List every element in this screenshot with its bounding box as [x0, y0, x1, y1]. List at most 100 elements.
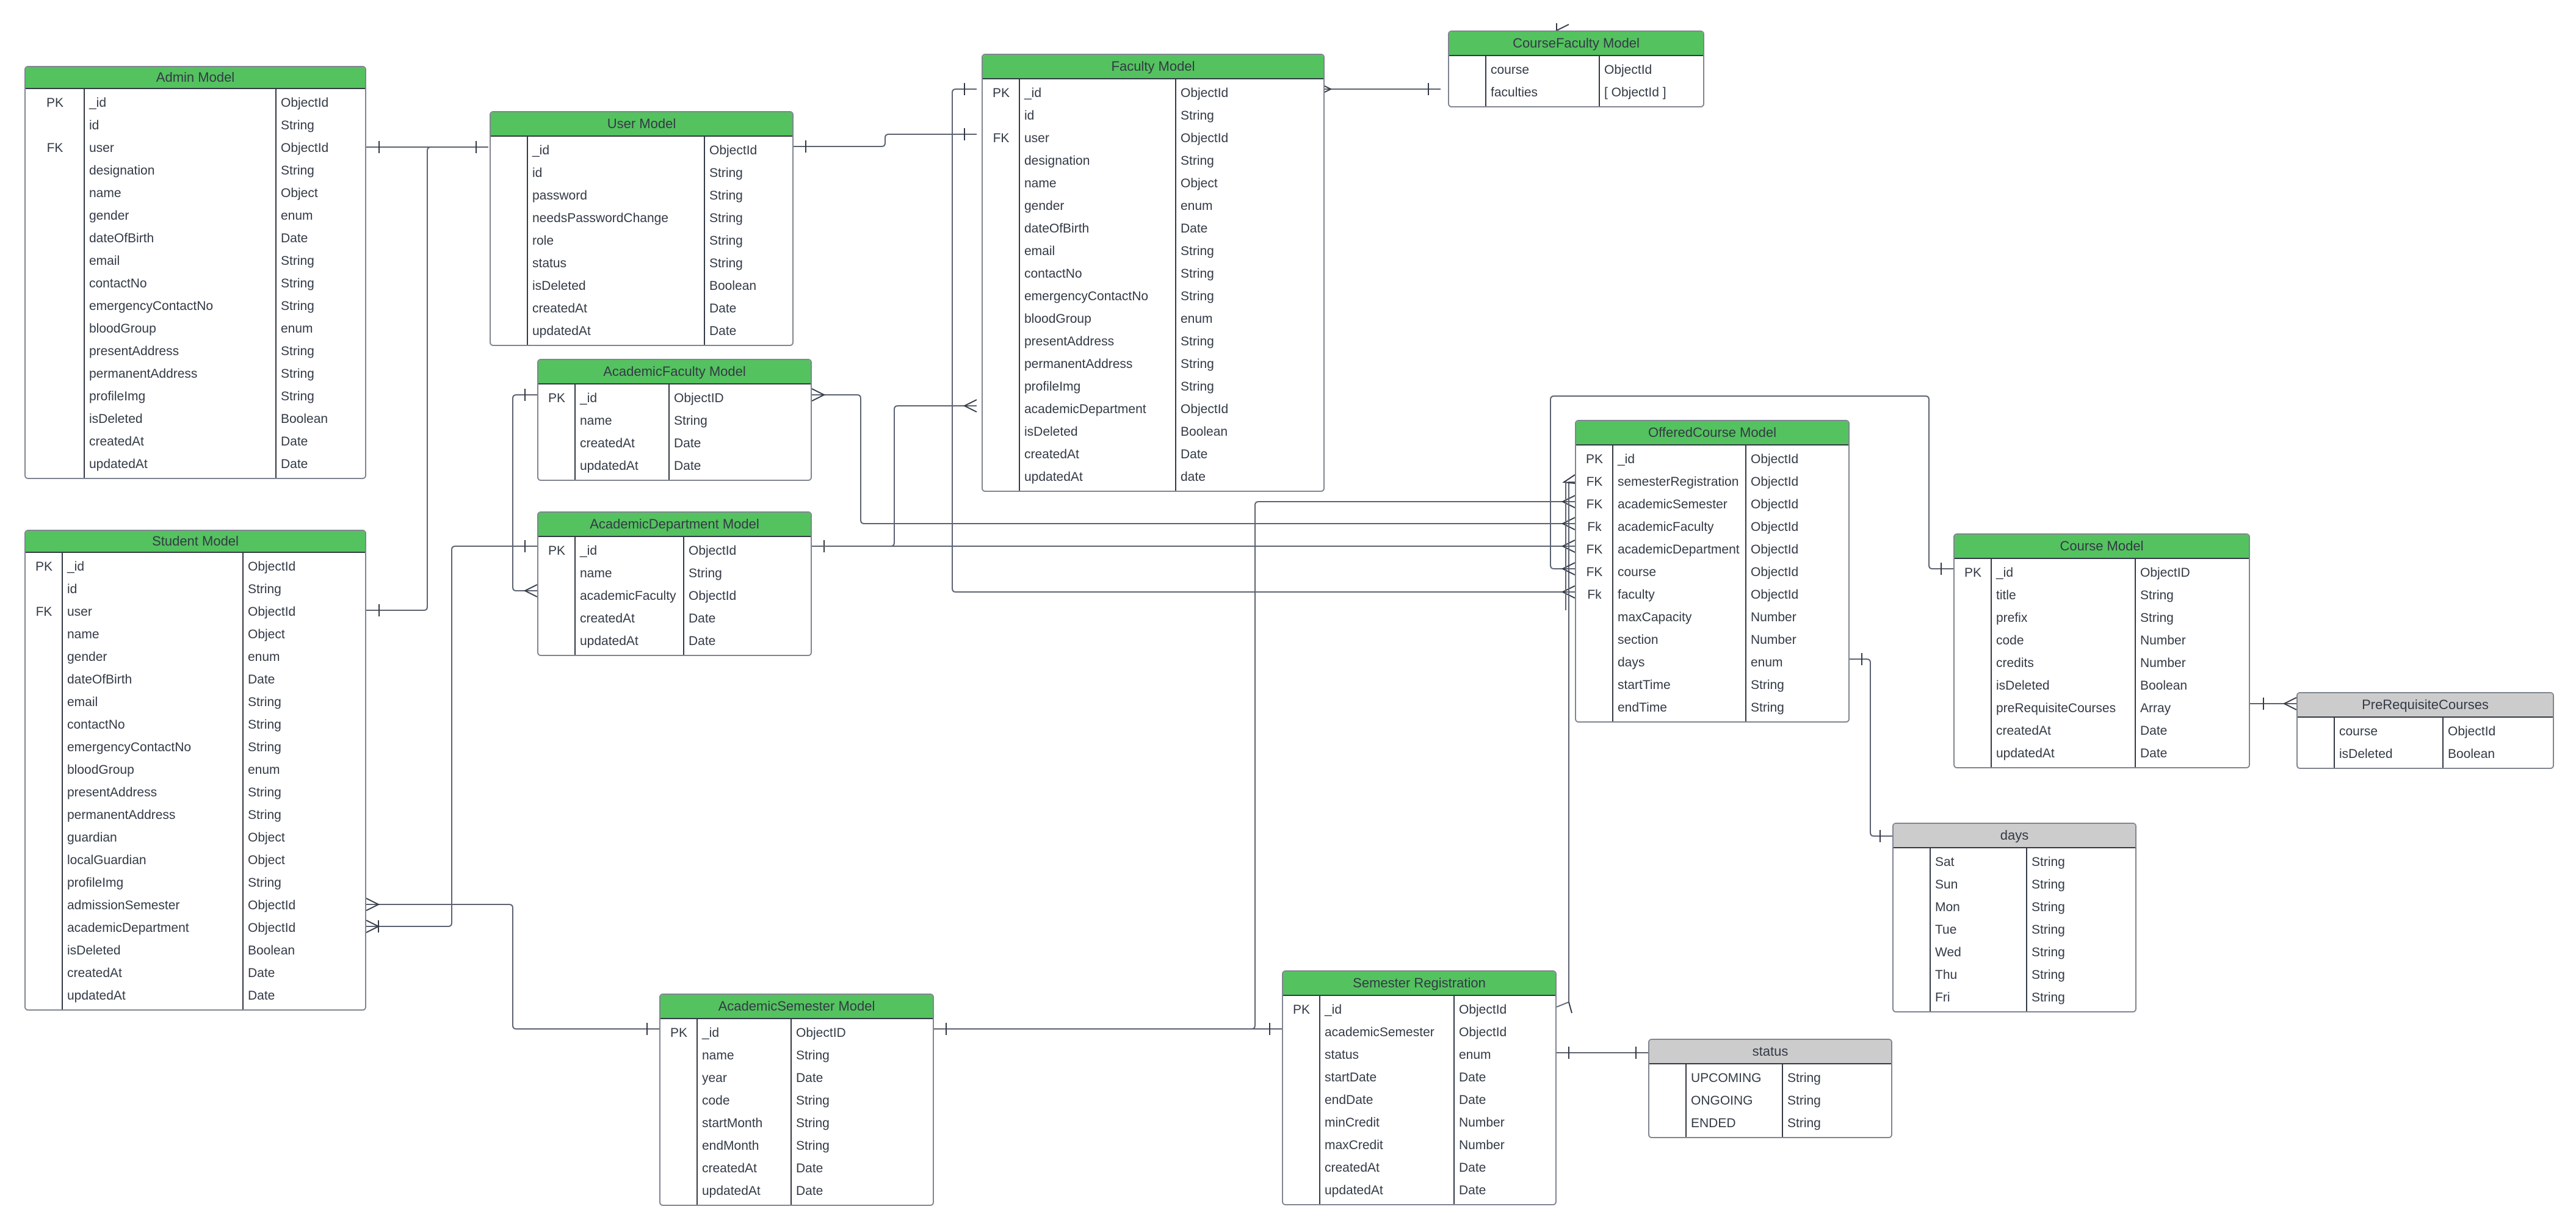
field-row[interactable]: academicFaculty ObjectId [538, 585, 811, 607]
entity-days-enum[interactable]: days Sat String Sun String Mon String Tue String… [1892, 823, 2136, 1012]
field-row[interactable]: prefix String [1955, 607, 2249, 629]
field-row[interactable]: endTime String [1576, 696, 1848, 719]
field-row[interactable]: bloodGroup enum [983, 308, 1323, 330]
field-row[interactable]: gender enum [983, 195, 1323, 217]
field-row[interactable]: updatedAt date [983, 466, 1323, 488]
field-row[interactable]: createdAt Date [983, 443, 1323, 466]
field-row[interactable]: days enum [1576, 651, 1848, 674]
connector-acdepartment-faculty[interactable] [812, 405, 977, 547]
field-row[interactable]: startMonth String [660, 1112, 933, 1135]
field-row[interactable]: endDate Date [1283, 1089, 1555, 1111]
field-row[interactable]: credits Number [1955, 652, 2249, 674]
field-row[interactable]: gender enum [26, 204, 365, 227]
field-row[interactable]: id String [983, 104, 1323, 127]
field-row[interactable]: isDeleted Boolean [26, 408, 365, 430]
connector-offeredcourse-days[interactable] [1850, 658, 1892, 837]
field-row[interactable]: emergencyContactNo String [26, 295, 365, 317]
field-row[interactable]: presentAddress String [983, 330, 1323, 353]
entity-academicsemester-model[interactable]: AcademicSemester Model PK _id ObjectID name S… [659, 994, 934, 1206]
field-row[interactable]: dateOfBirth Date [26, 668, 365, 691]
field-row[interactable]: FK user ObjectId [26, 137, 365, 159]
field-row[interactable]: emergencyContactNo String [26, 736, 365, 759]
field-row[interactable]: PK _id ObjectID [538, 387, 811, 409]
field-row[interactable]: permanentAddress String [26, 363, 365, 385]
field-row[interactable]: preRequisiteCourses Array [1955, 697, 2249, 720]
field-row[interactable]: presentAddress String [26, 781, 365, 804]
field-row[interactable]: name String [538, 409, 811, 432]
field-row[interactable]: updatedAt Date [26, 453, 365, 475]
field-row[interactable]: createdAt Date [660, 1157, 933, 1180]
field-row[interactable]: createdAt Date [1283, 1156, 1555, 1179]
field-row[interactable]: maxCapacity Number [1576, 606, 1848, 629]
field-row[interactable]: academicSemester ObjectId [1283, 1021, 1555, 1044]
field-row[interactable]: password String [491, 184, 792, 207]
entity-academicdepartment-model[interactable]: AcademicDepartment Model PK _id ObjectId nam… [537, 511, 812, 656]
field-row[interactable]: FK academicSemester ObjectId [1576, 493, 1848, 516]
field-row[interactable]: title String [1955, 584, 2249, 607]
field-row[interactable]: academicDepartment ObjectId [26, 917, 365, 939]
field-row[interactable]: dateOfBirth Date [983, 217, 1323, 240]
field-row[interactable]: createdAt Date [26, 430, 365, 453]
field-row[interactable]: name String [660, 1044, 933, 1067]
field-row[interactable]: contactNo String [26, 713, 365, 736]
entity-course-model[interactable]: Course Model PK _id ObjectID title String pref… [1953, 533, 2250, 768]
field-row[interactable]: guardian Object [26, 826, 365, 849]
field-row[interactable]: name Object [26, 182, 365, 204]
entity-user-model[interactable]: User Model _id ObjectId id String password Str… [490, 111, 794, 346]
field-row[interactable]: id String [491, 162, 792, 184]
field-row[interactable]: name Object [983, 172, 1323, 195]
field-row[interactable]: year Date [660, 1067, 933, 1089]
entity-academicfaculty-model[interactable]: AcademicFaculty Model PK _id ObjectID name St… [537, 359, 812, 481]
field-row[interactable]: academicDepartment ObjectId [983, 398, 1323, 420]
field-row[interactable]: emergencyContactNo String [983, 285, 1323, 308]
field-row[interactable]: isDeleted Boolean [983, 420, 1323, 443]
field-row[interactable]: updatedAt Date [491, 320, 792, 342]
field-row[interactable]: status String [491, 252, 792, 275]
field-row[interactable]: status enum [1283, 1044, 1555, 1066]
field-row[interactable]: course ObjectId [2298, 720, 2553, 743]
field-row[interactable]: startDate Date [1283, 1066, 1555, 1089]
connector-acsemester-student[interactable] [366, 904, 659, 1030]
entity-faculty-model[interactable]: Faculty Model PK _id ObjectId id String FK user… [982, 54, 1325, 492]
field-row[interactable]: gender enum [26, 646, 365, 668]
connector-acfaculty-acdepartment[interactable] [512, 394, 537, 591]
field-row[interactable]: permanentAddress String [983, 353, 1323, 375]
connector-student-user[interactable] [366, 146, 432, 611]
field-row[interactable]: email String [983, 240, 1323, 262]
field-row[interactable]: updatedAt Date [1283, 1179, 1555, 1202]
field-row[interactable]: FK course ObjectId [1576, 561, 1848, 583]
field-row[interactable]: PK _id ObjectId [1283, 998, 1555, 1021]
field-row[interactable]: name String [538, 562, 811, 585]
field-row[interactable]: profileImg String [983, 375, 1323, 398]
field-row[interactable]: PK _id ObjectId [538, 539, 811, 562]
connector-acsemester-offeredcourse[interactable] [1251, 501, 1575, 1030]
field-row[interactable]: Fk academicFaculty ObjectId [1576, 516, 1848, 538]
field-row[interactable]: faculties [ ObjectId ] [1449, 81, 1703, 104]
field-row[interactable]: createdAt Date [538, 607, 811, 630]
field-row[interactable]: designation String [983, 150, 1323, 172]
field-row[interactable]: Fk faculty ObjectId [1576, 583, 1848, 606]
entity-student-model[interactable]: Student Model PK _id ObjectId id String FK user… [24, 530, 366, 1011]
field-row[interactable]: PK _id ObjectId [26, 92, 365, 114]
field-row[interactable]: contactNo String [26, 272, 365, 295]
field-row[interactable]: PK _id ObjectId [26, 555, 365, 578]
field-row[interactable]: updatedAt Date [538, 455, 811, 477]
field-row[interactable]: PK _id ObjectID [1955, 561, 2249, 584]
entity-offeredcourse-model[interactable]: OfferedCourse Model PK _id ObjectId FK semest… [1575, 420, 1850, 723]
field-row[interactable]: code Number [1955, 629, 2249, 652]
field-row[interactable]: PK _id ObjectId [1576, 448, 1848, 471]
field-row[interactable]: needsPasswordChange String [491, 207, 792, 229]
connector-semreg-offeredcourse[interactable] [1556, 482, 1575, 1008]
field-row[interactable]: isDeleted Boolean [491, 275, 792, 297]
field-row[interactable]: _id ObjectId [491, 139, 792, 162]
field-row[interactable]: maxCredit Number [1283, 1134, 1555, 1156]
field-row[interactable]: isDeleted Boolean [2298, 743, 2553, 765]
entity-coursefaculty-model[interactable]: CourseFaculty Model course ObjectId facult… [1448, 31, 1704, 107]
field-row[interactable]: FK user ObjectId [983, 127, 1323, 150]
field-row[interactable]: contactNo String [983, 262, 1323, 285]
entity-semesterregistration-model[interactable]: Semester Registration PK _id ObjectId academ… [1282, 970, 1557, 1205]
field-row[interactable]: createdAt Date [491, 297, 792, 320]
field-row[interactable]: designation String [26, 159, 365, 182]
field-row[interactable]: startTime String [1576, 674, 1848, 696]
field-row[interactable]: PK _id ObjectId [983, 82, 1323, 104]
